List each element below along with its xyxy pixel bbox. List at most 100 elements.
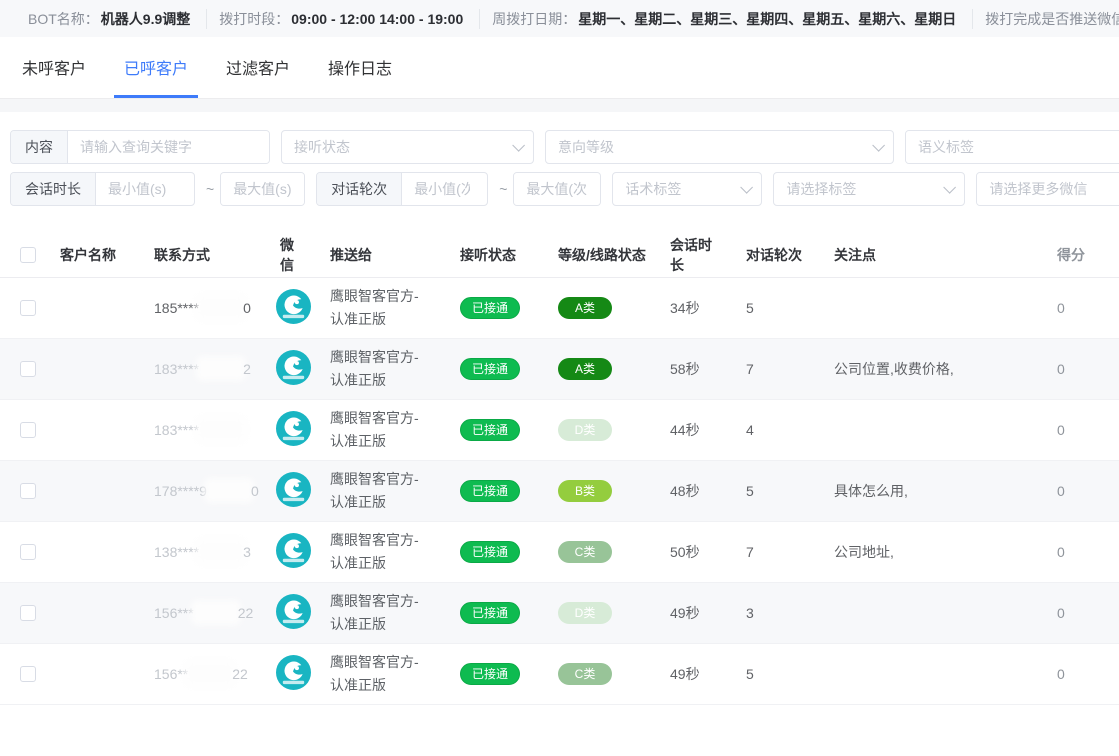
weekly-dial-days-label: 周拨打日期：	[492, 9, 576, 29]
phone-suffix: 2	[243, 361, 251, 377]
push-target: 鹰眼智客官方-认准正版	[318, 590, 448, 636]
push-target: 鹰眼智客官方-认准正版	[318, 468, 448, 514]
duration-cell: 44秒	[658, 420, 734, 440]
weekly-dial-days-value: 星期一、星期二、星期三、星期四、星期五、星期六、星期日	[578, 9, 956, 29]
chevron-down-icon	[512, 139, 525, 152]
row-checkbox[interactable]	[20, 605, 36, 621]
push-target: 鹰眼智客官方-认准正版	[318, 285, 448, 331]
listen-status-badge: 已接通	[460, 602, 520, 624]
push-wechat-label: 拨打完成是否推送微信消	[985, 9, 1119, 29]
script-tag-select[interactable]: 话术标签	[612, 172, 762, 206]
duration-cell: 58秒	[658, 359, 734, 379]
wechat-cell	[268, 594, 318, 632]
filter-row-1: 内容 接听状态 意向等级	[10, 130, 1119, 168]
dialog-rounds-filter: 对话轮次	[316, 172, 488, 206]
push-target: 鹰眼智客官方-认准正版	[318, 529, 448, 575]
row-checkbox[interactable]	[20, 422, 36, 438]
rounds-cell: 5	[734, 483, 822, 499]
rounds-cell: 7	[734, 544, 822, 560]
phone-suffix: 0	[251, 483, 259, 499]
tab-operation-log[interactable]: 操作日志	[318, 37, 402, 98]
push-target: 鹰眼智客官方-认准正版	[318, 407, 448, 453]
grade-badge: C类	[558, 663, 612, 685]
row-checkbox[interactable]	[20, 666, 36, 682]
header-dialog-rounds: 对话轮次	[734, 245, 822, 265]
phone-cell: 156***22	[142, 605, 268, 621]
grade-badge: A类	[558, 358, 612, 380]
tab-uncalled-customers[interactable]: 未呼客户	[12, 37, 96, 98]
bot-name-group: BOT名称： 机器人9.9调整	[16, 9, 207, 29]
tab-filtered-customers[interactable]: 过滤客户	[216, 37, 300, 98]
filter-row-2: 会话时长 ~ 对话轮次 ~ 话术标签 请选择标签	[10, 172, 1119, 210]
content-keyword-input[interactable]	[68, 131, 269, 163]
blur-patch	[201, 544, 241, 559]
table-row: 178****90 鹰眼智客官方-认准正版 已接通 B类 48秒 5 具体怎么用…	[0, 461, 1119, 522]
push-target: 鹰眼智客官方-认准正版	[318, 346, 448, 392]
grade-badge: C类	[558, 541, 612, 563]
content-filter: 内容	[10, 130, 270, 164]
phone-prefix: 138****	[154, 544, 199, 560]
content-filter-label: 内容	[11, 131, 68, 163]
phone-cell: 183****2	[142, 361, 268, 377]
blur-patch	[201, 422, 241, 437]
duration-cell: 50秒	[658, 542, 734, 562]
header-push-to: 推送给	[318, 245, 448, 265]
duration-min-input[interactable]	[96, 173, 189, 205]
semantic-tag-input[interactable]	[906, 131, 1119, 163]
bot-info-bar: BOT名称： 机器人9.9调整 拨打时段： 09:00 - 12:00 14:0…	[0, 0, 1119, 37]
range-tilde: ~	[206, 181, 214, 197]
script-tag-placeholder: 话术标签	[625, 179, 681, 199]
select-all-checkbox[interactable]	[20, 247, 36, 263]
score-cell: 0	[997, 605, 1119, 621]
row-checkbox[interactable]	[20, 483, 36, 499]
phone-prefix: 178****9	[154, 483, 207, 499]
table-row: 185****0 鹰眼智客官方-认准正版 已接通 A类 34秒 5 0	[0, 278, 1119, 339]
rounds-cell: 3	[734, 605, 822, 621]
row-checkbox[interactable]	[20, 300, 36, 316]
score-cell: 0	[997, 666, 1119, 682]
wechat-cell	[268, 655, 318, 693]
session-duration-filter: 会话时长	[10, 172, 195, 206]
row-checkbox[interactable]	[20, 544, 36, 560]
score-cell: 0	[997, 544, 1119, 560]
more-wechat-filter	[976, 172, 1119, 206]
rounds-cell: 5	[734, 300, 822, 316]
phone-suffix: 0	[243, 300, 251, 316]
focus-cell: 公司地址,	[822, 542, 997, 562]
weekly-dial-days-group: 周拨打日期： 星期一、星期二、星期三、星期四、星期五、星期六、星期日	[480, 9, 973, 29]
phone-suffix: 22	[232, 666, 248, 682]
tag-select[interactable]: 请选择标签	[773, 172, 965, 206]
chevron-down-icon	[872, 139, 885, 152]
range-tilde: ~	[499, 181, 507, 197]
focus-cell: 具体怎么用,	[822, 481, 997, 501]
listen-status-select[interactable]: 接听状态	[281, 130, 534, 164]
wechat-avatar-icon	[276, 472, 311, 507]
bot-name-label: BOT名称：	[28, 9, 99, 29]
grade-badge: A类	[558, 297, 612, 319]
phone-cell: 185****0	[142, 300, 268, 316]
customer-tabs: 未呼客户 已呼客户 过滤客户 操作日志	[0, 37, 1119, 99]
semantic-tag-filter	[905, 130, 1119, 164]
row-checkbox[interactable]	[20, 361, 36, 377]
dial-period-group: 拨打时段： 09:00 - 12:00 14:00 - 19:00	[207, 9, 480, 29]
wechat-cell	[268, 533, 318, 571]
rounds-max-input[interactable]	[514, 173, 600, 205]
intent-level-select[interactable]: 意向等级	[545, 130, 894, 164]
wechat-avatar-icon	[276, 533, 311, 568]
phone-suffix: 22	[238, 605, 254, 621]
listen-status-badge: 已接通	[460, 358, 520, 380]
focus-cell: 公司位置,收费价格,	[822, 359, 997, 379]
score-cell: 0	[997, 483, 1119, 499]
phone-cell: 178****9 0	[142, 483, 268, 499]
duration-max-filter	[220, 172, 305, 206]
wechat-cell	[268, 472, 318, 510]
session-duration-label: 会话时长	[11, 173, 96, 205]
listen-status-badge: 已接通	[460, 419, 520, 441]
grade-badge: B类	[558, 480, 612, 502]
called-customers-table: 客户名称 联系方式 微信 推送给 接听状态 等级/线路状态 会话时长 对话轮次 …	[0, 232, 1119, 705]
tab-called-customers[interactable]: 已呼客户	[114, 37, 198, 98]
duration-cell: 49秒	[658, 664, 734, 684]
duration-max-input[interactable]	[221, 173, 304, 205]
more-wechat-input[interactable]	[977, 173, 1119, 205]
rounds-min-input[interactable]	[402, 173, 482, 205]
